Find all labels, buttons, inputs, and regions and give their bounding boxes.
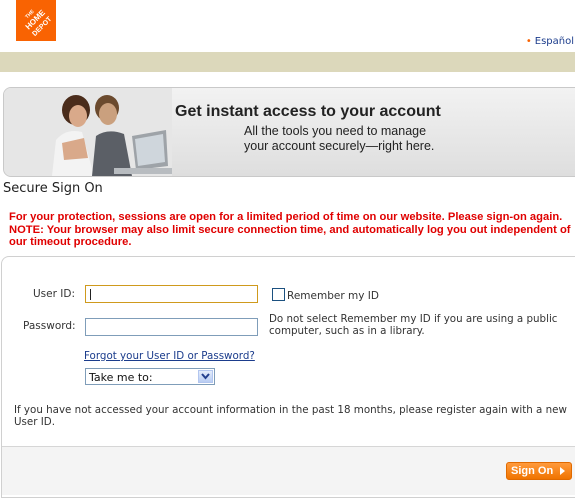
remember-id-note: Do not select Remember my ID if you are …: [269, 313, 558, 337]
register-note: If you have not accessed your account in…: [14, 404, 567, 428]
espanol-link[interactable]: • Español: [526, 36, 574, 47]
banner-subtitle-line2: your account securely—right here.: [244, 139, 435, 153]
password-input[interactable]: [85, 318, 258, 336]
take-me-to-value: Take me to:: [89, 371, 153, 384]
home-depot-logo[interactable]: THE HOME DEPOT: [16, 0, 56, 41]
banner-subtitle: All the tools you need to manage your ac…: [244, 124, 434, 154]
password-label: Password:: [23, 320, 76, 332]
espanol-label[interactable]: Español: [535, 36, 574, 47]
banner-title: Get instant access to your account: [175, 103, 441, 120]
form-footer: [2, 447, 575, 495]
sign-on-button[interactable]: Sign On: [506, 462, 572, 480]
dropdown-arrow-icon[interactable]: [198, 370, 213, 383]
session-warning: For your protection, sessions are open f…: [9, 211, 571, 248]
promo-banner: Get instant access to your account All t…: [3, 87, 575, 177]
text-caret: [90, 289, 91, 300]
remember-id-checkbox[interactable]: [272, 288, 285, 301]
play-arrow-icon: [560, 467, 565, 475]
user-id-label: User ID:: [33, 288, 75, 300]
top-nav-bar: [0, 52, 575, 72]
sign-on-label: Sign On: [511, 465, 554, 477]
take-me-to-select[interactable]: Take me to:: [85, 368, 215, 385]
remember-id-label[interactable]: Remember my ID: [287, 290, 379, 302]
user-id-input[interactable]: [85, 285, 258, 303]
forgot-credentials-link[interactable]: Forgot your User ID or Password?: [84, 350, 255, 362]
page-title: Secure Sign On: [3, 181, 103, 196]
banner-photo: [4, 88, 172, 176]
bullet-icon: •: [525, 36, 532, 47]
banner-subtitle-line1: All the tools you need to manage: [244, 124, 427, 138]
